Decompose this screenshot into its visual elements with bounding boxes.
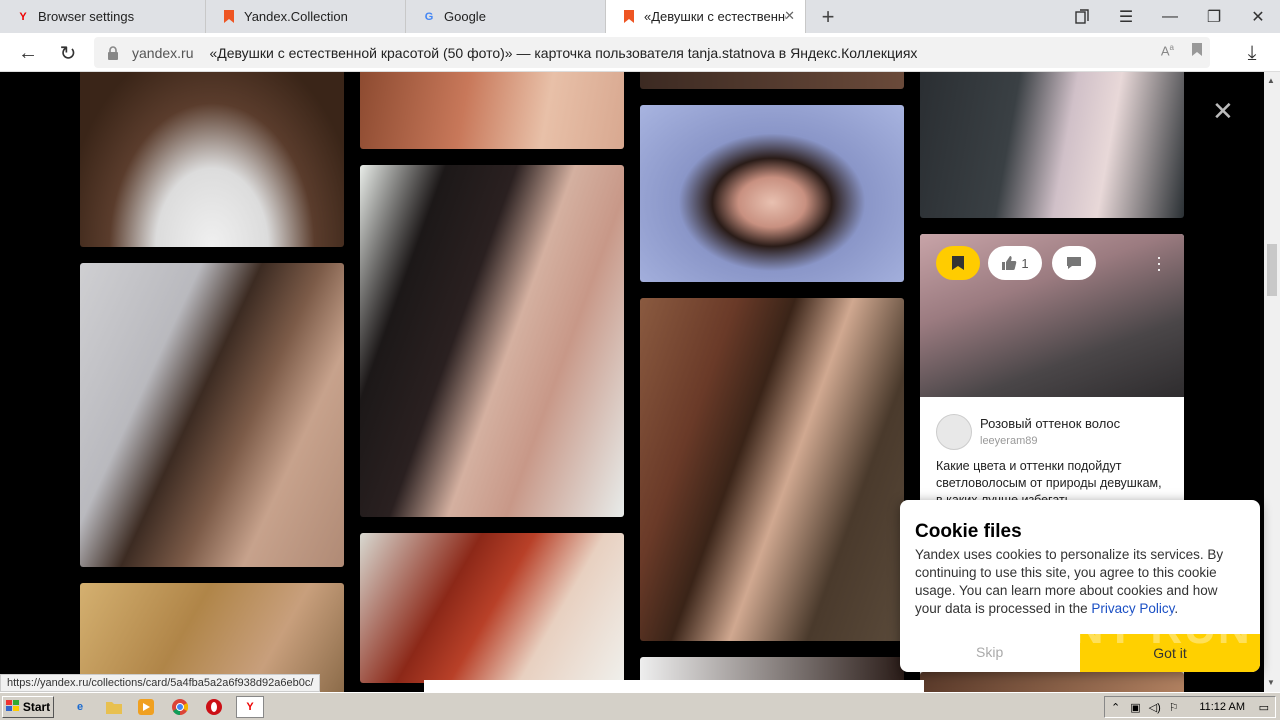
anyrun-watermark: ANY RUN <box>1038 604 1252 653</box>
tab-active-collection[interactable]: «Девушки с естественной ✕ <box>606 0 806 33</box>
photo-card[interactable] <box>360 165 624 517</box>
tab-yandex-collection[interactable]: Yandex.Collection <box>206 0 406 33</box>
start-button[interactable]: Start <box>2 696 54 718</box>
thumbs-up-icon <box>1002 256 1017 270</box>
avatar[interactable] <box>936 414 972 450</box>
translate-icon[interactable]: Aa <box>1161 43 1174 59</box>
photo-card[interactable] <box>920 72 1184 218</box>
reload-icon[interactable]: ↻ <box>55 40 81 66</box>
show-desktop-icon[interactable]: ▭ <box>1259 701 1269 714</box>
omnibox-actions: Aa <box>1161 43 1202 59</box>
tab-browser-settings[interactable]: Y Browser settings <box>0 0 206 33</box>
photo-card[interactable] <box>640 72 904 89</box>
url-field[interactable]: yandex.ru «Девушки с естественной красот… <box>94 37 1210 68</box>
yandex-browser-taskbar-icon[interactable]: Y <box>236 696 264 718</box>
scroll-up-icon[interactable]: ▲ <box>1267 76 1275 85</box>
save-to-collection-button[interactable] <box>936 246 980 280</box>
start-label: Start <box>22 700 51 714</box>
comment-button[interactable] <box>1052 246 1096 280</box>
bookmark-flag-icon <box>222 10 236 24</box>
maximize-button[interactable]: ❐ <box>1192 0 1236 33</box>
tab-label: «Девушки с естественной <box>644 9 786 24</box>
download-icon[interactable]: ⤓ <box>1239 40 1265 66</box>
close-window-button[interactable]: ✕ <box>1236 0 1280 33</box>
bookmarks-panel-icon[interactable] <box>1060 0 1104 33</box>
photo-card[interactable] <box>360 72 624 149</box>
photo-card[interactable] <box>80 263 344 567</box>
photo-card[interactable] <box>640 298 904 641</box>
volume-icon[interactable]: ◁) <box>1149 701 1161 714</box>
clock: 11:12 AM <box>1199 701 1245 713</box>
bookmark-icon[interactable] <box>1192 43 1202 59</box>
tray-expand-icon[interactable]: ⌃ <box>1111 701 1120 714</box>
chrome-icon[interactable] <box>170 697 190 717</box>
card-title[interactable]: Розовый оттенок волос <box>980 416 1120 431</box>
page-title: «Девушки с естественной красотой (50 фот… <box>209 44 918 61</box>
new-tab-button[interactable]: + <box>806 0 850 33</box>
folder-icon[interactable] <box>104 697 124 717</box>
lock-icon <box>102 45 124 60</box>
more-options-icon[interactable]: · · · <box>1156 248 1162 278</box>
windows-logo-icon <box>5 699 20 715</box>
tab-label: Google <box>444 9 486 24</box>
menu-icon[interactable]: ☰ <box>1104 0 1148 33</box>
yandex-browser-icon: Y <box>19 10 27 23</box>
scrollbar-thumb[interactable] <box>1267 244 1277 296</box>
system-tray: ⌃ ▣ ◁) ⚐ 11:12 AM ▭ <box>1104 696 1276 718</box>
back-arrow-icon[interactable]: ← <box>15 40 41 66</box>
address-bar: ← ↻ yandex.ru «Девушки с естественной кр… <box>0 33 1280 72</box>
tab-label: Browser settings <box>38 9 135 24</box>
minimize-button[interactable]: — <box>1148 0 1192 33</box>
skip-button[interactable]: Skip <box>976 644 1003 660</box>
cookie-heading: Cookie files <box>915 521 1022 542</box>
opera-icon[interactable] <box>204 697 224 717</box>
window-controls: ☰ — ❐ ✕ <box>1060 0 1280 33</box>
bookmark-icon <box>952 256 964 270</box>
tab-google[interactable]: G Google <box>406 0 606 33</box>
network-icon[interactable]: ▣ <box>1130 701 1140 714</box>
photo-card[interactable] <box>360 533 624 683</box>
photo-card[interactable] <box>80 72 344 247</box>
scroll-down-icon[interactable]: ▼ <box>1267 678 1275 687</box>
url-domain: yandex.ru <box>132 44 194 61</box>
media-player-icon[interactable] <box>136 697 156 717</box>
status-url-tooltip: https://yandex.ru/collections/card/5a4fb… <box>0 674 321 692</box>
page-scrollbar[interactable]: ▲ ▼ <box>1264 72 1280 692</box>
bookmark-flag-icon <box>622 10 636 24</box>
like-count: 1 <box>1021 255 1029 271</box>
photo-card[interactable] <box>920 672 1184 692</box>
internet-explorer-icon[interactable]: e <box>70 697 90 717</box>
close-icon[interactable]: ✕ <box>1212 96 1234 127</box>
comment-icon <box>1067 257 1081 269</box>
status-bar-blank <box>424 680 924 692</box>
close-tab-icon[interactable]: ✕ <box>784 8 795 24</box>
card-username[interactable]: leeyeram89 <box>980 435 1037 447</box>
photo-card[interactable] <box>640 105 904 282</box>
google-icon: G <box>424 10 434 23</box>
like-button[interactable]: 1 <box>988 246 1042 280</box>
tab-strip: Y Browser settings Yandex.Collection G G… <box>0 0 1280 33</box>
taskbar: Start e Y ⌃ ▣ ◁) ⚐ 11:12 AM ▭ <box>0 692 1280 720</box>
flag-icon[interactable]: ⚐ <box>1169 701 1179 714</box>
tab-label: Yandex.Collection <box>244 9 348 24</box>
